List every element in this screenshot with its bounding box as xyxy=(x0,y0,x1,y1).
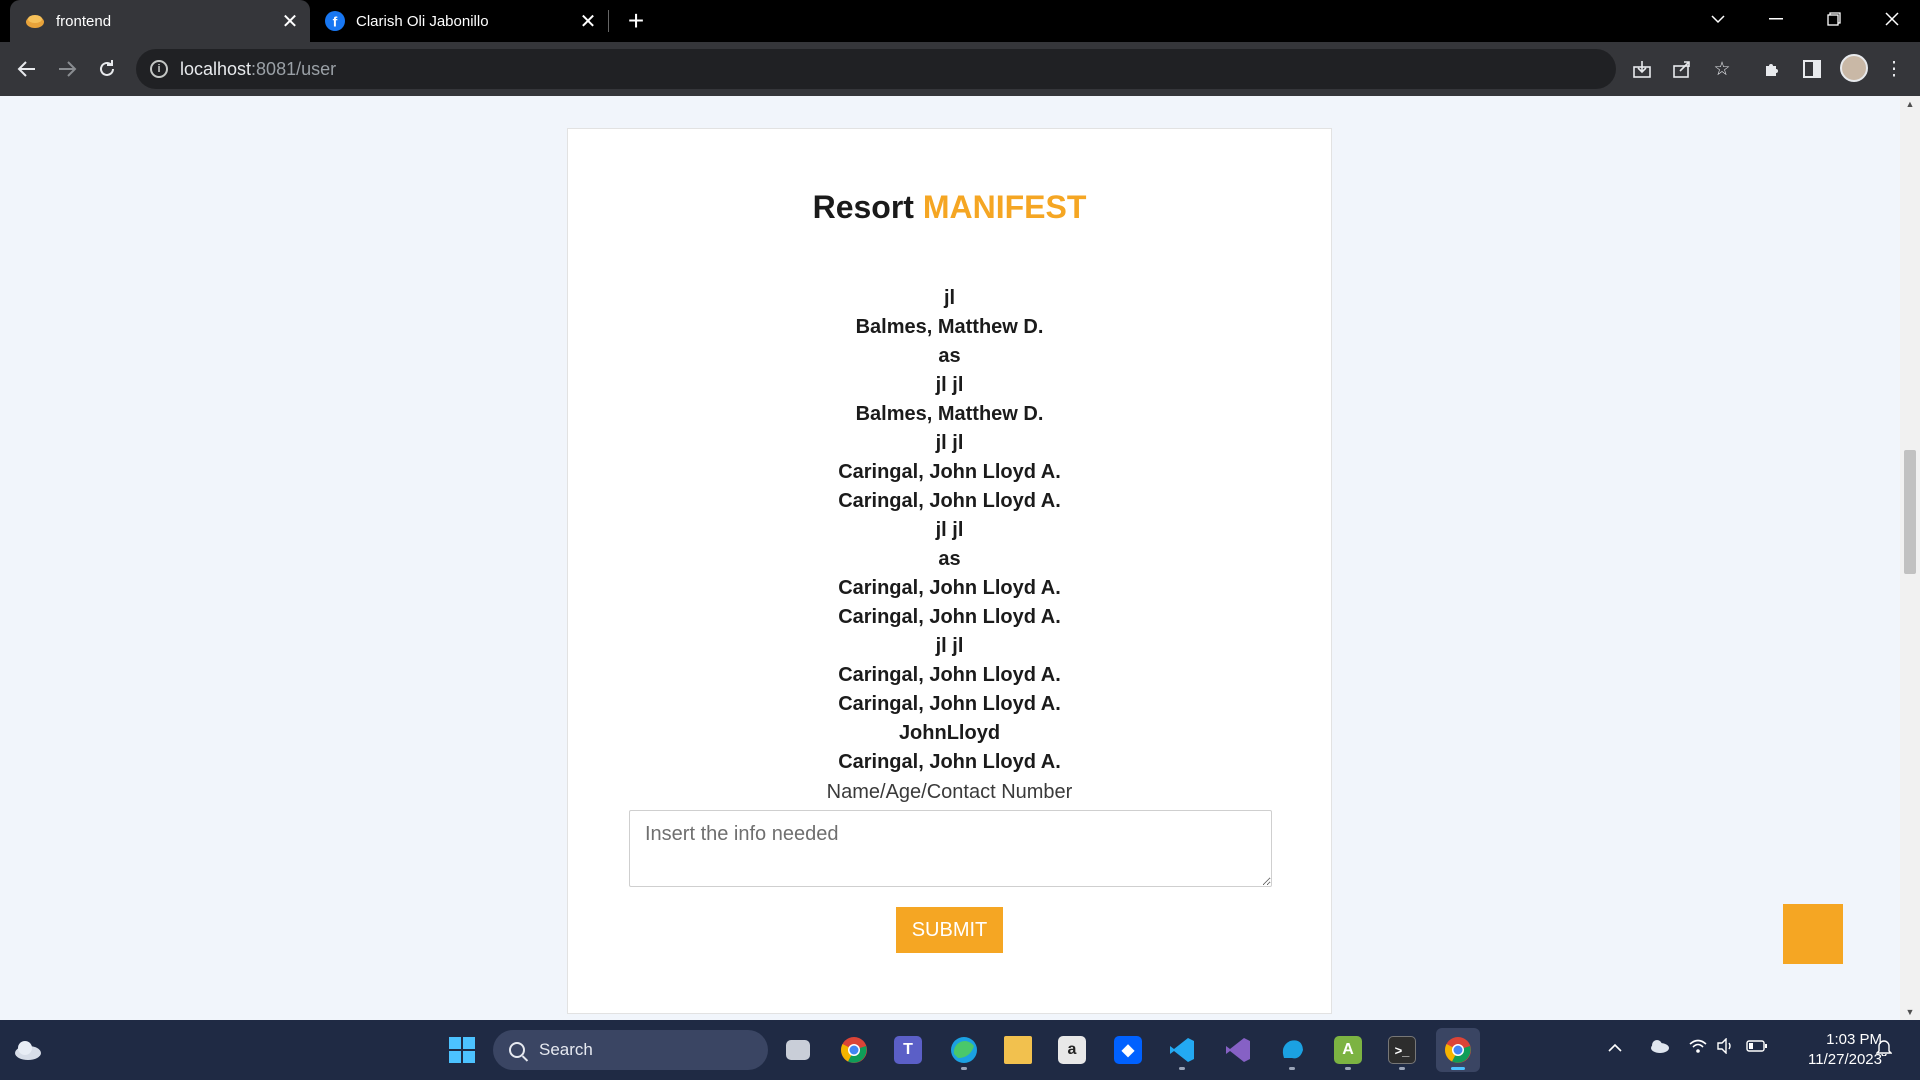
scrollbar-thumb[interactable] xyxy=(1904,450,1916,574)
svg-text:f: f xyxy=(333,14,338,30)
amazon-icon[interactable]: a xyxy=(1050,1028,1094,1072)
clock-date: 11/27/2023 xyxy=(1808,1051,1882,1068)
share-icon[interactable] xyxy=(1668,55,1696,83)
running-indicator xyxy=(1179,1067,1185,1070)
site-info-icon[interactable]: i xyxy=(150,60,168,78)
floating-action-button[interactable] xyxy=(1783,904,1843,964)
list-item: Balmes, Matthew D. xyxy=(855,316,1044,338)
active-indicator xyxy=(1451,1067,1465,1070)
forward-button[interactable] xyxy=(50,52,84,86)
teams-icon[interactable]: T xyxy=(886,1028,930,1072)
tab-facebook[interactable]: f Clarish Oli Jabonillo ✕ xyxy=(312,0,608,42)
mysql-workbench-icon[interactable] xyxy=(1270,1028,1314,1072)
reload-button[interactable] xyxy=(90,52,124,86)
list-item: Caringal, John Lloyd A. xyxy=(838,490,1061,512)
address-bar[interactable]: i localhost :8081/user xyxy=(136,49,1616,89)
page-scrollbar[interactable]: ▲ ▼ xyxy=(1900,96,1920,1020)
battery-icon[interactable] xyxy=(1746,1038,1768,1058)
windows-taskbar: Search T a ◆ A >_ 1:03 PM 11/27/2023 xyxy=(0,1020,1920,1080)
extensions-icon[interactable] xyxy=(1758,55,1786,83)
edge-icon[interactable] xyxy=(942,1028,986,1072)
bread-favicon-icon xyxy=(24,10,46,32)
notification-bell-icon[interactable] xyxy=(1875,1038,1893,1061)
show-hidden-icons-chevron-icon[interactable] xyxy=(1608,1038,1622,1058)
start-button-icon[interactable] xyxy=(440,1028,484,1072)
list-item: jl jl xyxy=(935,374,964,396)
bookmark-star-icon[interactable]: ☆ xyxy=(1708,55,1736,83)
vscode-icon[interactable] xyxy=(1160,1028,1204,1072)
restore-button[interactable] xyxy=(1808,0,1860,38)
running-indicator xyxy=(1289,1067,1295,1070)
info-textarea[interactable] xyxy=(629,810,1272,887)
back-button[interactable] xyxy=(10,52,44,86)
scroll-up-icon[interactable]: ▲ xyxy=(1900,96,1920,112)
search-label: Search xyxy=(539,1040,593,1059)
chrome-profile-icon[interactable] xyxy=(1436,1028,1480,1072)
list-item: as xyxy=(938,345,961,367)
list-item: JohnLloyd xyxy=(898,722,1001,744)
url-host: localhost xyxy=(180,58,252,79)
clock-time: 1:03 PM xyxy=(1826,1031,1882,1048)
list-item: jl jl xyxy=(935,432,964,454)
list-item: Caringal, John Lloyd A. xyxy=(838,693,1061,715)
url-path: :8081/user xyxy=(251,58,337,79)
close-tab-icon[interactable]: ✕ xyxy=(276,7,304,35)
list-item: jl jl xyxy=(935,519,964,541)
close-tab-icon[interactable]: ✕ xyxy=(574,7,602,35)
facebook-icon: f xyxy=(324,10,346,32)
profile-avatar[interactable] xyxy=(1840,54,1868,82)
tab-title: Clarish Oli Jabonillo xyxy=(356,12,489,30)
android-studio-icon[interactable]: A xyxy=(1326,1028,1370,1072)
side-panel-icon[interactable] xyxy=(1798,55,1826,83)
tab-divider xyxy=(608,10,609,32)
wifi-icon[interactable] xyxy=(1688,1038,1708,1059)
scroll-down-icon[interactable]: ▼ xyxy=(1900,1004,1920,1020)
list-item: Caringal, John Lloyd A. xyxy=(838,751,1061,773)
task-view-icon[interactable] xyxy=(776,1028,820,1072)
browser-tab-strip: frontend ✕ f Clarish Oli Jabonillo ✕ + xyxy=(0,0,1920,42)
menu-kebab-icon[interactable]: ⋮ xyxy=(1880,55,1908,83)
list-item: Caringal, John Lloyd A. xyxy=(838,461,1061,483)
weather-widget-icon[interactable] xyxy=(6,1028,50,1072)
manifest-card: Resort MANIFEST jl Balmes, Matthew D. as… xyxy=(567,128,1332,1014)
running-indicator xyxy=(1345,1067,1351,1070)
submit-button[interactable]: SUBMIT xyxy=(896,907,1003,953)
volume-icon[interactable] xyxy=(1716,1037,1734,1059)
new-tab-button[interactable]: + xyxy=(620,6,652,38)
list-item: jl xyxy=(943,287,956,309)
manifest-list: jl Balmes, Matthew D. as jl jl Balmes, M… xyxy=(568,284,1331,777)
list-item: Caringal, John Lloyd A. xyxy=(838,606,1061,628)
title-accent: MANIFEST xyxy=(922,189,1087,225)
list-item: Balmes, Matthew D. xyxy=(855,403,1044,425)
browser-toolbar: i localhost :8081/user ☆ ⋮ xyxy=(0,42,1920,96)
title-prefix: Resort xyxy=(812,189,914,225)
list-item: Caringal, John Lloyd A. xyxy=(838,664,1061,686)
system-clock[interactable]: 1:03 PM 11/27/2023 xyxy=(1782,1030,1882,1070)
minimize-button[interactable] xyxy=(1750,0,1802,38)
dropbox-icon[interactable]: ◆ xyxy=(1106,1028,1150,1072)
list-item: jl jl xyxy=(935,635,964,657)
onedrive-icon[interactable] xyxy=(1648,1038,1670,1059)
file-explorer-icon[interactable] xyxy=(996,1028,1040,1072)
chrome-icon[interactable] xyxy=(832,1028,876,1072)
terminal-icon[interactable]: >_ xyxy=(1380,1028,1424,1072)
list-item: Caringal, John Lloyd A. xyxy=(838,577,1061,599)
running-indicator xyxy=(961,1067,967,1070)
page-title: Resort MANIFEST xyxy=(568,189,1331,226)
visual-studio-icon[interactable] xyxy=(1216,1028,1260,1072)
tab-title: frontend xyxy=(56,12,112,30)
running-indicator xyxy=(1399,1067,1405,1070)
info-field-label: Name/Age/Contact Number xyxy=(826,781,1073,803)
search-icon xyxy=(509,1042,525,1058)
taskbar-search[interactable]: Search xyxy=(493,1030,768,1070)
close-window-button[interactable] xyxy=(1866,0,1918,38)
install-app-icon[interactable] xyxy=(1628,55,1656,83)
tab-search-icon[interactable] xyxy=(1692,0,1744,38)
list-item: as xyxy=(938,548,961,570)
tab-frontend[interactable]: frontend ✕ xyxy=(10,0,310,42)
